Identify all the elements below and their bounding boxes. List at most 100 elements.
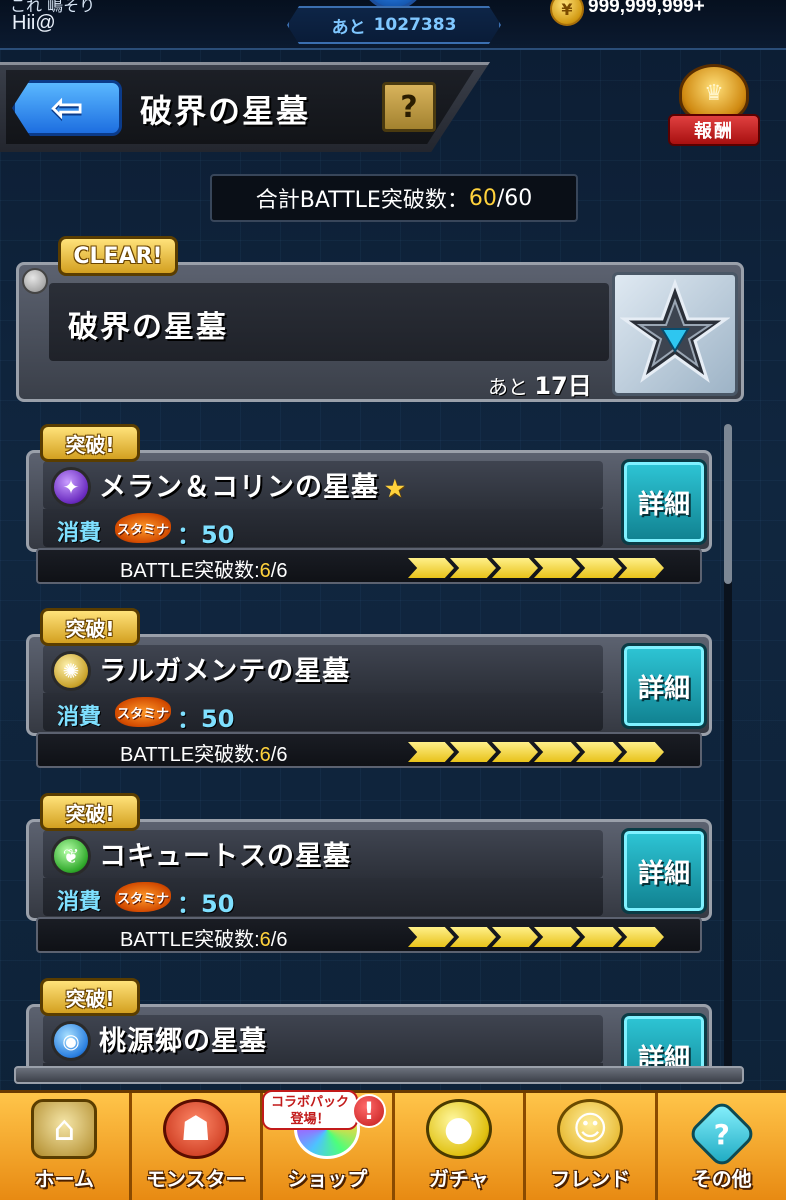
nav-item[interactable]: ☗ モンスター bbox=[132, 1093, 263, 1200]
battle-progress: BATTLE突破数:6/6 bbox=[36, 917, 702, 953]
cost-label: 消費 bbox=[57, 521, 102, 546]
progress-chevron bbox=[534, 742, 580, 762]
stage-name-text: 桃源郷の星墓 bbox=[99, 1026, 267, 1057]
gacha-egg-icon: ● bbox=[425, 1099, 492, 1159]
progress-chevron bbox=[408, 742, 454, 762]
progress-chevron bbox=[618, 927, 664, 947]
cost-value: ：50 bbox=[177, 890, 235, 918]
stage-list[interactable]: 突破! ✦ メラン＆コリンの星墓 ★ 消費 スタミナ ：50 詳細 BATTLE突… bbox=[14, 412, 744, 1082]
progress-chevron bbox=[534, 927, 580, 947]
friend-icon: ☺ bbox=[557, 1099, 624, 1159]
element-wood-icon: ❦ bbox=[51, 836, 91, 876]
exp-remaining: あと 1027383 bbox=[287, 6, 501, 44]
total-battle-separator: / bbox=[496, 185, 505, 211]
progress-current: 6 bbox=[259, 744, 271, 766]
progress-chevron bbox=[576, 742, 622, 762]
progress-chevron bbox=[576, 927, 622, 947]
stage-card[interactable]: 突破! ✦ メラン＆コリンの星墓 ★ 消費 スタミナ ：50 詳細 BATTLE突… bbox=[26, 424, 712, 594]
total-battle-count: 合計BATTLE突破数： 60 / 60 bbox=[210, 174, 578, 222]
stage-name: ラルガメンテの星墓 bbox=[99, 649, 356, 688]
coin-icon: ¥ bbox=[550, 0, 584, 26]
breakthrough-badge: 突破! bbox=[40, 978, 140, 1016]
stamina-icon: スタミナ bbox=[115, 697, 171, 727]
total-battle-label: 合計BATTLE突破数： bbox=[255, 188, 469, 213]
progress-label-text: BATTLE突破数: bbox=[120, 744, 260, 766]
battle-progress-label: BATTLE突破数:6/6 bbox=[120, 923, 287, 952]
collab-bubble-line: コラボパック bbox=[270, 1095, 349, 1110]
stage-body[interactable]: ❦ コキュートスの星墓 消費 スタミナ ：50 詳細 bbox=[26, 819, 712, 921]
total-battle-max: 60 bbox=[504, 185, 533, 211]
progress-chevron bbox=[408, 558, 454, 578]
nav-item[interactable]: ☺ フレンド bbox=[526, 1093, 658, 1200]
element-light-icon: ✺ bbox=[51, 651, 91, 691]
battle-progress-label: BATTLE突破数:6/6 bbox=[120, 738, 287, 767]
nav-label: その他 bbox=[691, 1167, 752, 1191]
bottom-nav: ⌂ ホーム ☗ モンスター ショップ ● ガチャ ☺ フレンド ? その他 bbox=[0, 1090, 786, 1200]
stage-card[interactable]: 突破! ✺ ラルガメンテの星墓 消費 スタミナ ：50 詳細 BATTLE突破数… bbox=[26, 608, 712, 778]
help-button[interactable]: ? bbox=[382, 82, 436, 132]
total-battle-current: 60 bbox=[468, 185, 497, 211]
cost-label: 消費 bbox=[57, 705, 102, 730]
dungeon-title: 破界の星墓 bbox=[68, 310, 228, 345]
stage-name-text: ラルガメンテの星墓 bbox=[99, 656, 351, 687]
nav-label: ホーム bbox=[34, 1167, 94, 1191]
stamina-icon: スタミナ bbox=[115, 882, 171, 912]
battle-progress: BATTLE突破数:6/6 bbox=[36, 732, 702, 768]
progress-chevrons bbox=[408, 558, 664, 578]
exp-prefix: あと bbox=[331, 17, 366, 38]
back-arrow-icon: ⇦ bbox=[50, 85, 84, 131]
nav-item[interactable]: ? その他 bbox=[658, 1093, 786, 1200]
progress-max: /6 bbox=[270, 929, 288, 951]
other-icon: ? bbox=[686, 1098, 758, 1170]
stage-name: 桃源郷の星墓 bbox=[99, 1019, 273, 1058]
stage-body[interactable]: ✺ ラルガメンテの星墓 消費 スタミナ ：50 詳細 bbox=[26, 634, 712, 736]
progress-chevron bbox=[450, 742, 496, 762]
scrollbar-thumb[interactable] bbox=[724, 424, 732, 584]
progress-chevron bbox=[450, 927, 496, 947]
list-bottom-frame bbox=[14, 1066, 744, 1084]
page-title: 破界の星墓 bbox=[140, 92, 311, 130]
coin-value: 999,999,999+ bbox=[588, 0, 705, 17]
cost-value: ：50 bbox=[177, 521, 235, 549]
detail-button[interactable]: 詳細 bbox=[621, 459, 707, 545]
progress-chevron bbox=[534, 558, 580, 578]
username: Hii@ bbox=[12, 12, 56, 34]
home-gate-icon: ⌂ bbox=[31, 1099, 98, 1159]
nav-item[interactable]: ● ガチャ bbox=[395, 1093, 526, 1200]
reward-button[interactable]: ♛ 報酬 bbox=[666, 64, 762, 160]
progress-max: /6 bbox=[270, 560, 288, 582]
progress-chevrons bbox=[408, 742, 664, 762]
reward-label: 報酬 bbox=[668, 114, 760, 146]
stage-name-text: コキュートスの星墓 bbox=[99, 841, 351, 872]
progress-chevron bbox=[492, 742, 538, 762]
collab-pack-bubble[interactable]: コラボパック 登場！ bbox=[262, 1090, 358, 1130]
nav-item[interactable]: ⌂ ホーム bbox=[0, 1093, 132, 1200]
progress-chevron bbox=[576, 558, 622, 578]
nav-label: モンスター bbox=[145, 1167, 246, 1191]
stage-name-text: メラン＆コリンの星墓 bbox=[99, 472, 379, 503]
nav-label: ガチャ bbox=[428, 1167, 489, 1191]
element-dark-icon: ✦ bbox=[51, 467, 91, 507]
exp-value: 1027383 bbox=[373, 15, 457, 35]
progress-label-text: BATTLE突破数: bbox=[120, 560, 260, 582]
star-icon: ★ bbox=[385, 476, 406, 502]
detail-button[interactable]: 詳細 bbox=[621, 643, 707, 729]
remaining-value: 17日 bbox=[534, 372, 592, 400]
stage-body[interactable]: ✦ メラン＆コリンの星墓 ★ 消費 スタミナ ：50 詳細 bbox=[26, 450, 712, 552]
progress-chevron bbox=[492, 558, 538, 578]
cost-value: ：50 bbox=[177, 705, 235, 733]
progress-label-text: BATTLE突破数: bbox=[120, 929, 260, 951]
progress-chevron bbox=[450, 558, 496, 578]
element-water-icon: ◉ bbox=[51, 1021, 91, 1061]
progress-max: /6 bbox=[270, 744, 288, 766]
progress-current: 6 bbox=[259, 929, 271, 951]
stage-card[interactable]: 突破! ❦ コキュートスの星墓 消費 スタミナ ：50 詳細 BATTLE突破数… bbox=[26, 793, 712, 963]
back-button[interactable]: ⇦ bbox=[12, 80, 122, 136]
status-bar: これ 嶋そり Hii@ あと 1027383 ¥ 999,999,999+ bbox=[0, 0, 786, 50]
progress-chevron bbox=[492, 927, 538, 947]
battle-progress-label: BATTLE突破数:6/6 bbox=[120, 554, 287, 583]
rivet-icon bbox=[22, 268, 48, 294]
detail-button[interactable]: 詳細 bbox=[621, 828, 707, 914]
breakthrough-badge: 突破! bbox=[40, 608, 140, 646]
progress-current: 6 bbox=[259, 560, 271, 582]
